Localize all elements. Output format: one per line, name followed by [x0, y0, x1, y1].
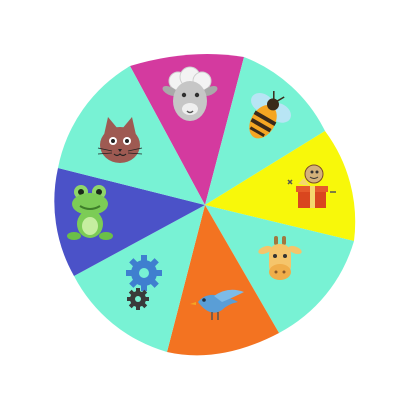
- spin-wheel-graphic[interactable]: [0, 0, 410, 410]
- spin-wheel[interactable]: [0, 0, 410, 410]
